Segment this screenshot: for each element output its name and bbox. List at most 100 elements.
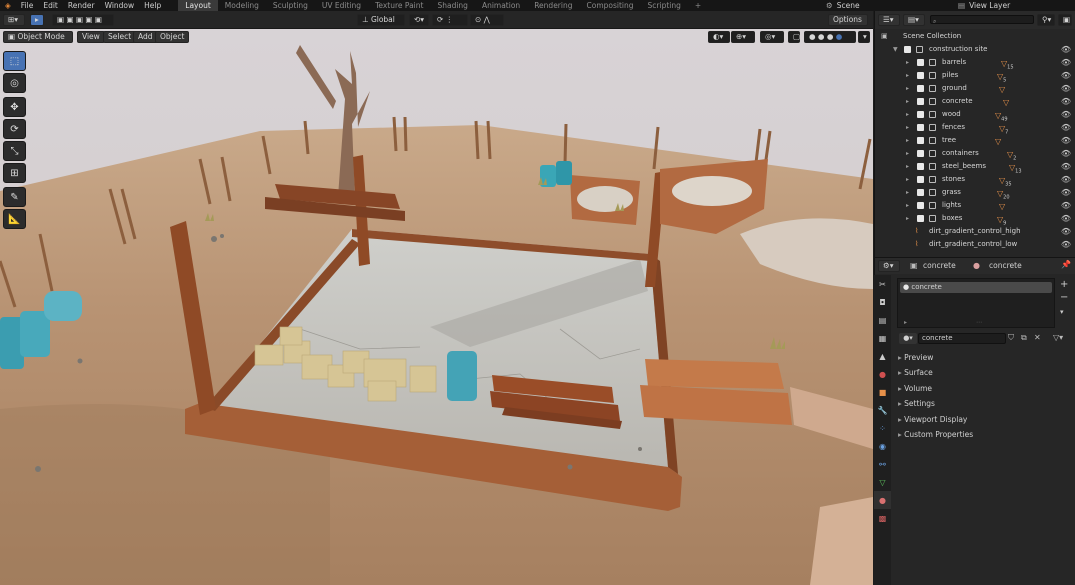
tab-output[interactable]: ▤: [874, 311, 891, 329]
eye-icon[interactable]: 👁: [1061, 82, 1071, 95]
exclude-checkbox[interactable]: [917, 202, 924, 209]
tab-object[interactable]: ■: [874, 383, 891, 401]
menu-view[interactable]: View: [77, 31, 105, 43]
select-tool-button[interactable]: ▸: [30, 14, 44, 26]
outliner-row-stones[interactable]: ▸ stones ▽35 👁: [875, 173, 1075, 188]
outliner-row-fences[interactable]: ▸ fences ▽7 👁: [875, 121, 1075, 136]
outliner-row-concrete[interactable]: ▸ concrete ▽ 👁: [875, 95, 1075, 108]
menu-select[interactable]: Select: [103, 31, 137, 43]
rotate-tool[interactable]: ⟳: [3, 119, 26, 139]
exclude-checkbox[interactable]: [917, 137, 924, 144]
mode-dropdown[interactable]: ▣ Object Mode: [3, 31, 73, 43]
add-workspace-button[interactable]: +: [688, 0, 708, 11]
tab-constraints[interactable]: ⚯: [874, 455, 891, 473]
section-settings[interactable]: ▸ Settings: [898, 399, 935, 408]
workspace-tab-layout[interactable]: Layout: [178, 0, 218, 11]
tab-tool[interactable]: ✂: [874, 275, 891, 293]
outliner-row-tree[interactable]: ▸ tree ▽ 👁: [875, 134, 1075, 147]
expand-icon[interactable]: ▸: [906, 186, 909, 199]
annotate-tool[interactable]: ✎: [3, 187, 26, 207]
exclude-checkbox[interactable]: [917, 124, 924, 131]
tab-data[interactable]: ▽: [874, 473, 891, 491]
eye-icon[interactable]: 👁: [1061, 212, 1071, 225]
outliner-row-containers[interactable]: ▸ containers ▽2 👁: [875, 147, 1075, 162]
outliner-row-construction-site[interactable]: ▼ construction site 👁: [875, 43, 1075, 56]
outliner-row-boxes[interactable]: ▸ boxes ▽9 👁: [875, 212, 1075, 227]
menu-file[interactable]: File: [16, 1, 39, 10]
eye-icon[interactable]: 👁: [1061, 238, 1071, 251]
exclude-checkbox[interactable]: [917, 215, 924, 222]
measure-tool[interactable]: 📐: [3, 209, 26, 229]
material-slot-list[interactable]: ● concrete ⋯ ▸: [897, 278, 1055, 328]
menu-window[interactable]: Window: [100, 1, 140, 10]
outliner-row-ground[interactable]: ▸ ground ▽ 👁: [875, 82, 1075, 95]
exclude-checkbox[interactable]: [917, 111, 924, 118]
new-collection-button[interactable]: ▣: [1058, 14, 1072, 26]
eye-icon[interactable]: 👁: [1061, 147, 1071, 160]
eye-icon[interactable]: 👁: [1061, 160, 1071, 173]
scale-tool[interactable]: ⤡: [3, 141, 26, 161]
select-box-tool[interactable]: ⬚: [3, 51, 26, 71]
pin-icon[interactable]: 📌: [1061, 260, 1071, 269]
exclude-checkbox[interactable]: [917, 72, 924, 79]
section-custom-properties[interactable]: ▸ Custom Properties: [898, 430, 973, 439]
view-layer-name[interactable]: View Layer: [969, 1, 1010, 10]
exclude-checkbox[interactable]: [917, 59, 924, 66]
unlink-material-button[interactable]: ✕: [1034, 333, 1041, 342]
viewport-visibility-button[interactable]: ◐▾: [708, 31, 730, 43]
proportional-edit-toggle[interactable]: ⊙ ⋀: [470, 14, 504, 26]
exclude-checkbox[interactable]: [917, 163, 924, 170]
outliner-row-steel-beems[interactable]: ▸ steel_beems ▽13 👁: [875, 160, 1075, 175]
expand-icon[interactable]: ▼: [893, 43, 898, 56]
properties-editor-type[interactable]: ⚙▾: [878, 260, 900, 272]
shading-mode-buttons[interactable]: ● ● ● ●: [804, 31, 856, 43]
list-resize-handle[interactable]: ⋯: [976, 319, 982, 326]
menu-add[interactable]: Add: [133, 31, 158, 43]
workspace-tab-uv-editing[interactable]: UV Editing: [315, 0, 368, 11]
section-viewport-display[interactable]: ▸ Viewport Display: [898, 415, 967, 424]
outliner-row-wood[interactable]: ▸ wood ▽49 👁: [875, 108, 1075, 123]
gizmo-toggle[interactable]: ⊕▾: [731, 31, 755, 43]
expand-icon[interactable]: ▸: [906, 212, 909, 225]
add-slot-button[interactable]: +: [1060, 279, 1068, 290]
tab-texture[interactable]: ▩: [874, 509, 891, 527]
outliner-editor-type[interactable]: ☰▾: [878, 14, 900, 26]
section-preview[interactable]: ▸ Preview: [898, 353, 933, 362]
pivot-dropdown[interactable]: ⟲▾: [409, 14, 429, 26]
selection-mode-buttons[interactable]: ▣ ▣ ▣ ▣ ▣: [52, 14, 114, 26]
expand-icon[interactable]: ▸: [906, 121, 909, 134]
cursor-tool[interactable]: ◎: [3, 73, 26, 93]
breadcrumb-material[interactable]: concrete: [989, 261, 1022, 270]
outliner-row-empty[interactable]: ⌇ dirt_gradient_control_high 👁: [875, 225, 1075, 238]
outliner-display-mode[interactable]: ▤▾: [903, 14, 925, 26]
workspace-tab-sculpting[interactable]: Sculpting: [266, 0, 315, 11]
expand-icon[interactable]: ▸: [906, 134, 909, 147]
workspace-tab-texture-paint[interactable]: Texture Paint: [368, 0, 430, 11]
tab-material[interactable]: ●: [874, 491, 891, 509]
outliner-row-empty[interactable]: ⌇ dirt_gradient_control_low 👁: [875, 238, 1075, 251]
view-layer-selector[interactable]: ▤ View Layer: [958, 0, 1073, 10]
expand-icon[interactable]: ▸: [906, 147, 909, 160]
eye-icon[interactable]: 👁: [1061, 186, 1071, 199]
exclude-checkbox[interactable]: [917, 85, 924, 92]
viewport-render[interactable]: [0, 29, 873, 585]
expand-icon[interactable]: ▸: [906, 160, 909, 173]
move-tool[interactable]: ✥: [3, 97, 26, 117]
link-dropdown[interactable]: ▽▾: [1053, 333, 1063, 342]
tab-modifiers[interactable]: 🔧: [874, 401, 891, 419]
outliner-row-grass[interactable]: ▸ grass ▽20 👁: [875, 186, 1075, 201]
exclude-checkbox[interactable]: [904, 46, 911, 53]
expand-icon[interactable]: ▸: [906, 173, 909, 186]
tab-physics[interactable]: ◉: [874, 437, 891, 455]
editor-type-button[interactable]: ⊞▾: [3, 14, 25, 26]
workspace-tab-animation[interactable]: Animation: [475, 0, 527, 11]
material-slot-row[interactable]: ● concrete: [900, 282, 1052, 293]
expand-icon[interactable]: ▸: [906, 199, 909, 212]
transform-tool[interactable]: ⊞: [3, 163, 26, 183]
tab-world[interactable]: ●: [874, 365, 891, 383]
duplicate-material-button[interactable]: ⧉: [1021, 333, 1027, 343]
snap-toggle[interactable]: ⟳ ⋮: [432, 14, 468, 26]
blender-logo-icon[interactable]: ◈: [0, 1, 16, 10]
exclude-checkbox[interactable]: [917, 98, 924, 105]
outliner-row-piles[interactable]: ▸ piles ▽5 👁: [875, 69, 1075, 84]
